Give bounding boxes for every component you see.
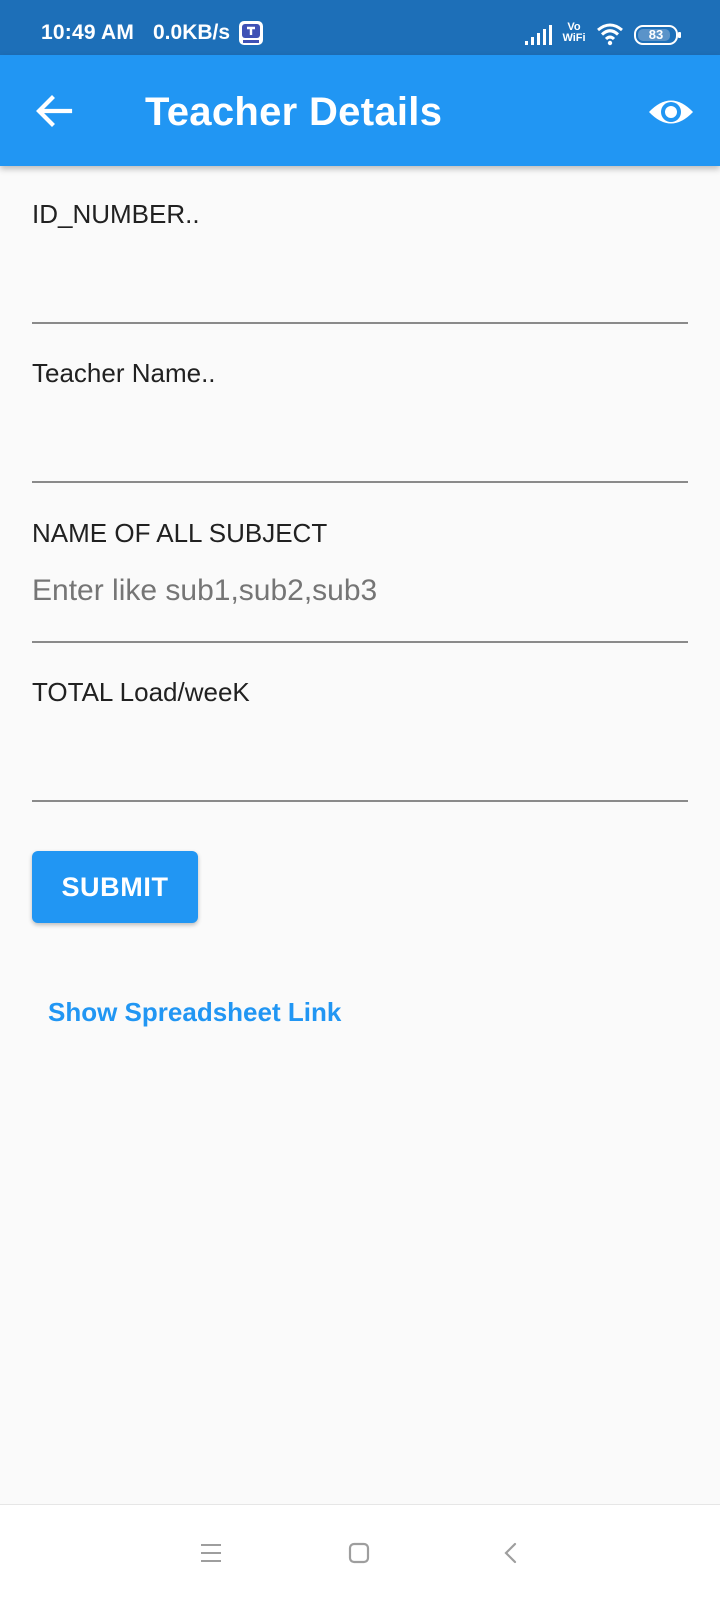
app-notification-icon [239,21,263,45]
vowifi-icon: Vo WiFi [561,22,587,46]
eye-icon[interactable] [647,89,695,135]
battery-level: 83 [648,27,664,42]
subjects-field[interactable]: NAME OF ALL SUBJECT [32,517,688,647]
status-bar: 10:49 AM 0.0KB/s Vo WiFi 83 [0,0,720,55]
vowifi-line2: WiFi [562,32,586,44]
id-number-input[interactable] [32,246,688,298]
teacher-name-label: Teacher Name.. [32,358,216,388]
wifi-icon [597,23,623,46]
id-number-field[interactable]: ID_NUMBER.. [32,198,688,328]
subjects-underline [32,641,688,643]
total-load-input[interactable] [32,724,688,776]
status-time: 10:49 AM [41,21,135,44]
system-nav-bar [0,1504,720,1601]
submit-button[interactable]: SUBMIT [32,851,198,923]
total-load-label: TOTAL Load/weeK [32,677,250,707]
total-load-underline [32,800,688,802]
back-chevron-icon[interactable] [494,1535,530,1571]
app-bar: Teacher Details [0,55,720,166]
show-spreadsheet-link[interactable]: Show Spreadsheet Link [48,997,341,1028]
id-number-label: ID_NUMBER.. [32,199,200,229]
arrow-back-icon[interactable] [30,87,78,135]
teacher-name-underline [32,481,688,483]
signal-icon [525,25,552,45]
battery-icon: 83 [634,24,682,46]
subjects-label: NAME OF ALL SUBJECT [32,518,328,548]
id-number-underline [32,322,688,324]
teacher-name-field[interactable]: Teacher Name.. [32,357,688,487]
page-title: Teacher Details [145,90,443,134]
subjects-input[interactable] [32,565,688,617]
home-square-icon[interactable] [341,1535,377,1571]
menu-icon[interactable] [193,1535,229,1571]
total-load-field[interactable]: TOTAL Load/weeK [32,676,688,806]
network-speed: 0.0KB/s [153,21,231,44]
teacher-name-input[interactable] [32,405,688,457]
